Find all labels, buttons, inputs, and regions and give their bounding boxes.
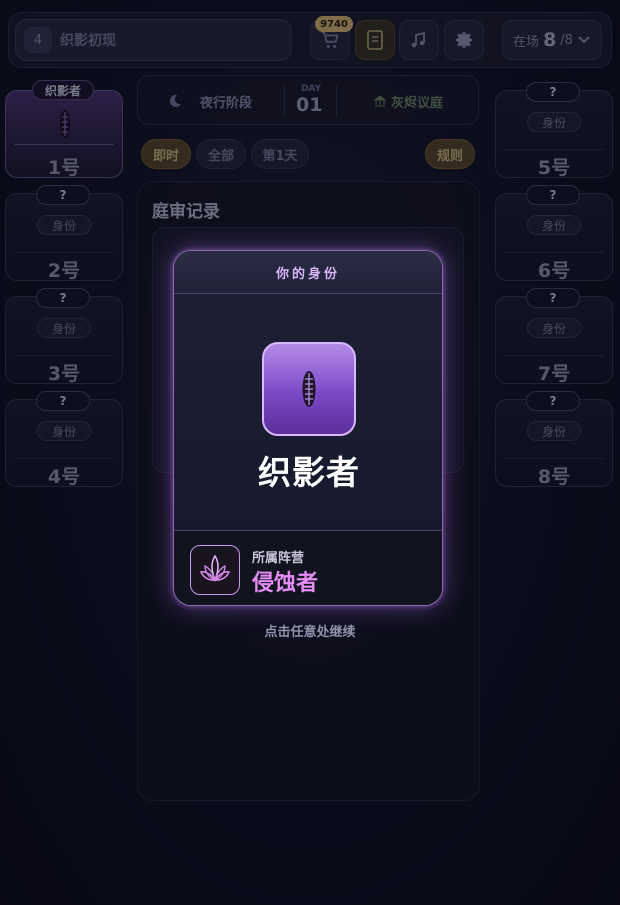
faction-emblem: [190, 545, 240, 595]
role-name: 织影者: [258, 453, 360, 492]
lotus-flame-icon: [199, 554, 231, 583]
faction-name: 侵蚀者: [252, 571, 319, 596]
role-icon-box: [262, 342, 356, 436]
shadow-weaver-icon: [302, 371, 316, 407]
faction-label: 所属阵营: [252, 551, 305, 566]
identity-modal: 你的身份 织影者 所属阵营 侵蚀者: [173, 250, 443, 606]
faction-section: 所属阵营 侵蚀者: [174, 530, 442, 605]
modal-header: 你的身份: [174, 251, 442, 294]
continue-hint: 点击任意处继续: [264, 625, 356, 640]
